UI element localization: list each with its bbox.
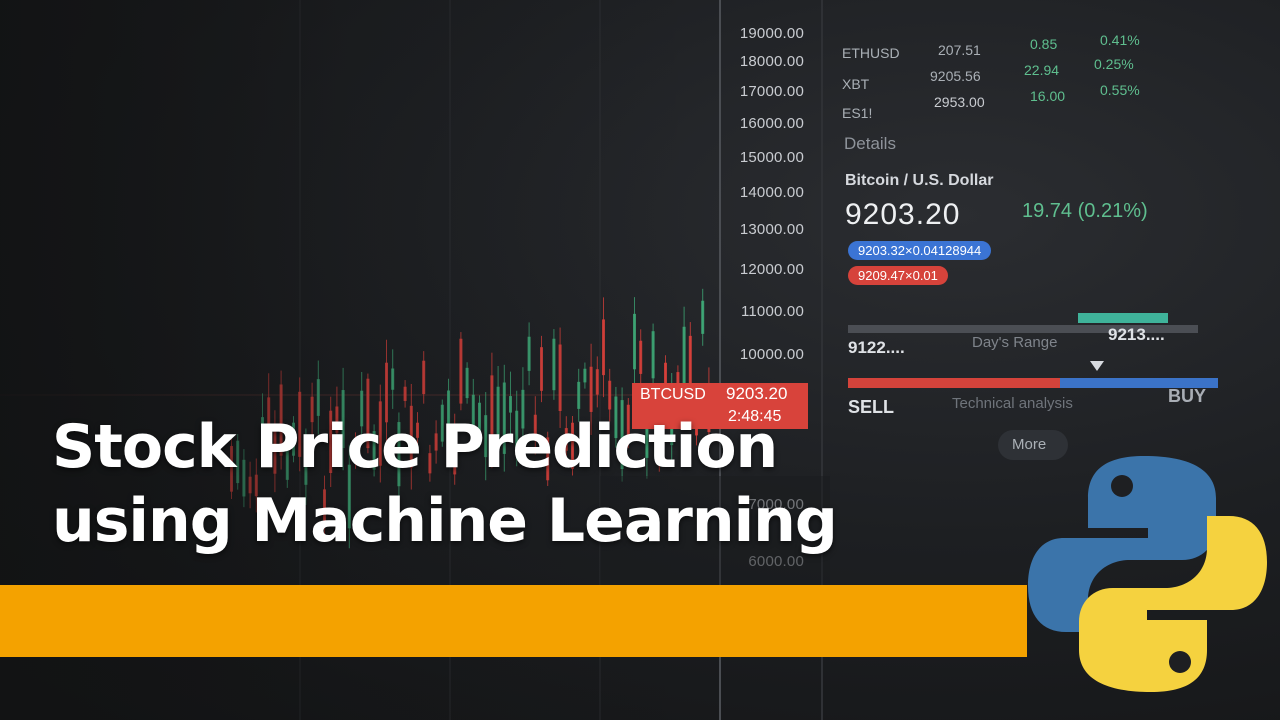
range-high: 9213.... [1108, 325, 1165, 344]
title-line-2: using Machine Learning [52, 486, 838, 556]
ticker-price: 9205.56 [930, 68, 981, 84]
details-change: 19.74 (0.21%) [1022, 200, 1148, 222]
technical-analysis-label: Technical analysis [952, 395, 1073, 412]
details-pair: Bitcoin / U.S. Dollar [845, 172, 994, 189]
thumbnail-canvas: 19000.00 18000.00 17000.00 16000.00 1500… [0, 0, 1280, 720]
accent-bar [0, 585, 1027, 657]
axis-label: 15000.00 [739, 149, 804, 166]
details-price: 9203.20 [845, 198, 961, 231]
axis-label: 18000.00 [739, 53, 804, 70]
axis-label: 14000.00 [739, 184, 804, 201]
ticker-name: XBT [842, 76, 870, 92]
axis-label: 13000.00 [739, 221, 804, 238]
axis-label: 11000.00 [740, 303, 804, 320]
ticker-pct: 0.55% [1100, 82, 1140, 98]
price-tag-symbol: BTCUSD [640, 386, 706, 403]
ticker-change: 16.00 [1030, 88, 1066, 104]
axis-label: 10000.00 [739, 346, 804, 363]
sell-label: SELL [848, 397, 895, 417]
range-low: 9122.... [848, 338, 905, 357]
axis-label: 17000.00 [739, 83, 804, 100]
details-heading: Details [844, 134, 896, 153]
axis-label: 19000.00 [739, 25, 804, 42]
bid-badge: 9203.32×0.04128944 [848, 241, 992, 260]
python-logo-icon [1028, 456, 1267, 692]
ticker-pct: 0.25% [1094, 56, 1134, 72]
title-line-1: Stock Price Prediction [52, 412, 778, 482]
ticker-change: 22.94 [1024, 62, 1060, 78]
ticker-name: ETHUSD [842, 45, 900, 61]
ticker-change: 0.85 [1030, 36, 1058, 52]
ticker-price: 2953.00 [934, 94, 985, 110]
axis-label: 12000.00 [739, 261, 804, 278]
ask-badge: 9209.47×0.01 [848, 266, 948, 285]
ticker-price: 207.51 [938, 42, 981, 58]
ticker-pct: 0.41% [1100, 32, 1140, 48]
candle-body [701, 300, 705, 334]
range-label: Day's Range [972, 334, 1058, 351]
ticker-name: ES1! [842, 105, 873, 121]
buy-label: BUY [1168, 386, 1207, 406]
axis-label: 16000.00 [739, 115, 804, 132]
more-button[interactable]: More [1012, 436, 1046, 453]
price-tag-price: 9203.20 [726, 384, 788, 403]
video-title: Stock Price Prediction using Machine Lea… [52, 410, 838, 558]
